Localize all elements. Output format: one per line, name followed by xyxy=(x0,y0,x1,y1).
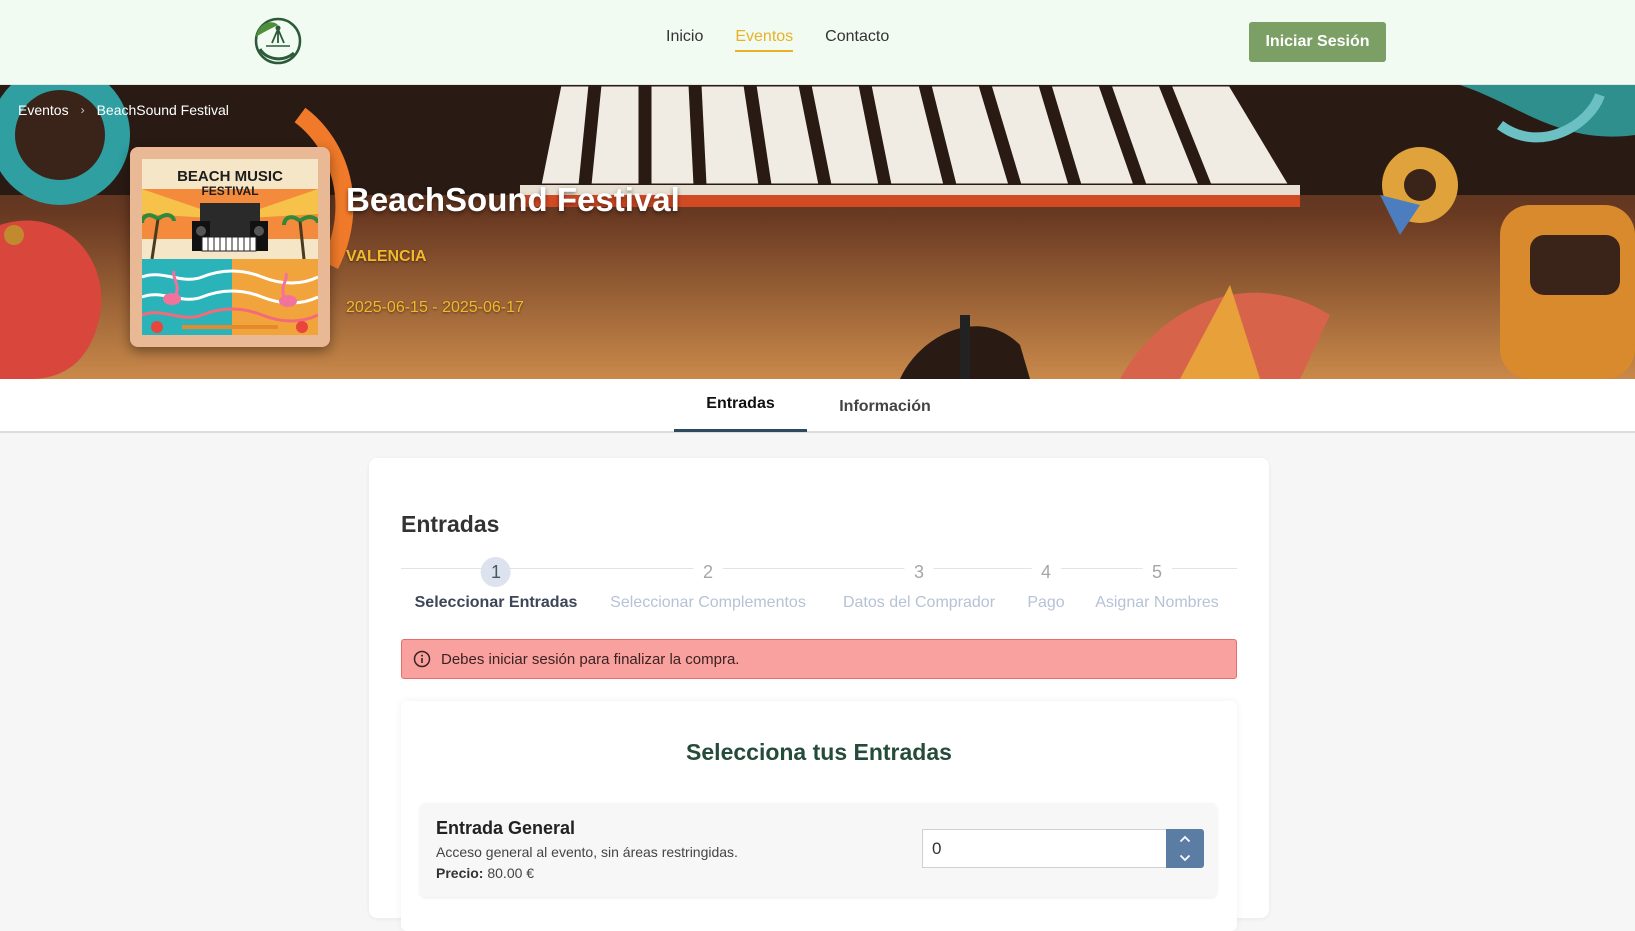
ticket-price-value: 80.00 € xyxy=(487,865,535,881)
breadcrumb-current: BeachSound Festival xyxy=(96,102,229,118)
step-label: Pago xyxy=(1027,594,1065,611)
step-2: 2 Seleccionar Complementos xyxy=(610,557,806,612)
tab-informacion[interactable]: Información xyxy=(820,381,950,433)
chevron-right-icon: › xyxy=(80,103,85,117)
ticket-selector-title: Selecciona tus Entradas xyxy=(686,739,952,765)
nav-inicio[interactable]: Inicio xyxy=(666,28,703,52)
breadcrumb: Eventos › BeachSound Festival xyxy=(18,102,229,118)
event-dates: 2025-06-15 - 2025-06-17 xyxy=(346,299,524,316)
event-poster-image: BEACH MUSIC FESTIVAL xyxy=(142,159,318,335)
breadcrumb-eventos[interactable]: Eventos xyxy=(18,102,69,118)
poster-headline-1: BEACH MUSIC xyxy=(177,168,283,185)
step-label: Datos del Comprador xyxy=(842,594,996,611)
section-title: Entradas xyxy=(401,511,500,537)
alert-text: Debes iniciar sesión para finalizar la c… xyxy=(441,650,740,668)
step-label: Seleccionar Complementos xyxy=(610,594,806,611)
ticket-selector: Selecciona tus Entradas Entrada General … xyxy=(401,701,1237,931)
ticket-quantity-input[interactable] xyxy=(922,829,1166,868)
quantity-stepper xyxy=(1166,829,1204,868)
login-button[interactable]: Iniciar Sesión xyxy=(1249,22,1386,62)
step-number: 1 xyxy=(481,557,511,587)
step-number: 2 xyxy=(693,557,723,587)
step-number: 5 xyxy=(1141,557,1172,587)
event-hero: Eventos › BeachSound Festival BEACH MUSI… xyxy=(0,85,1635,379)
step-number: 4 xyxy=(1031,557,1061,587)
step-number: 3 xyxy=(903,557,934,587)
ticket-price: Precio: 80.00 € xyxy=(436,865,534,881)
event-city: VALENCIA xyxy=(346,248,427,265)
nav-eventos[interactable]: Eventos xyxy=(735,28,794,52)
tickets-card: Entradas 1 Seleccionar Entradas 2 Selecc… xyxy=(369,458,1269,931)
step-4: 4 Pago xyxy=(1027,557,1065,612)
step-1: 1 Seleccionar Entradas xyxy=(414,557,578,612)
ticket-row: Entrada General Acceso general al evento… xyxy=(420,803,1217,897)
step-label: Seleccionar Entradas xyxy=(414,594,578,611)
step-3: 3 Datos del Comprador xyxy=(843,557,995,612)
main-nav: Inicio Eventos Contacto xyxy=(666,28,921,52)
step-label: Asignar Nombres xyxy=(1095,594,1219,611)
login-required-alert: Debes iniciar sesión para finalizar la c… xyxy=(401,639,1237,679)
step-5: 5 Asignar Nombres xyxy=(1095,557,1219,612)
ticket-name: Entrada General xyxy=(436,818,576,838)
chevron-down-icon[interactable] xyxy=(1166,849,1204,869)
poster-headline-2: FESTIVAL xyxy=(201,184,258,198)
event-title: BeachSound Festival xyxy=(346,181,680,218)
event-tabs: Entradas Información xyxy=(0,379,1635,433)
ticket-description: Acceso general al evento, sin áreas rest… xyxy=(436,844,738,860)
site-header: Inicio Eventos Contacto Iniciar Sesión xyxy=(0,0,1635,85)
ticket-price-label: Precio: xyxy=(436,865,484,881)
chevron-up-icon[interactable] xyxy=(1166,829,1204,849)
tab-entradas[interactable]: Entradas xyxy=(674,379,807,432)
event-poster: BEACH MUSIC FESTIVAL xyxy=(130,147,330,347)
leaf-logo-icon[interactable] xyxy=(250,15,304,67)
nav-contacto[interactable]: Contacto xyxy=(825,28,889,52)
info-circle-icon xyxy=(413,650,431,668)
